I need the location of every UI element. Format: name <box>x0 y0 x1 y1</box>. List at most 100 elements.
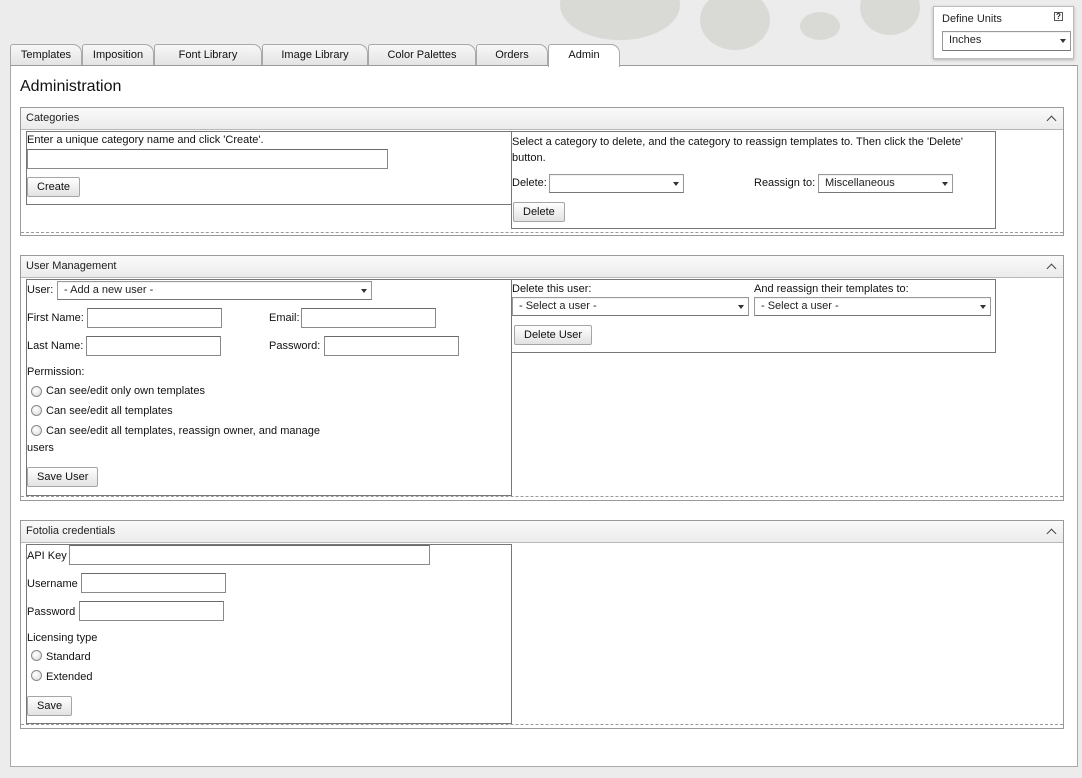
tab-label: Templates <box>20 49 72 61</box>
collapse-icon[interactable] <box>1046 263 1057 274</box>
delete-category-box: Select a category to delete, and the cat… <box>511 131 996 229</box>
create-button[interactable]: Create <box>27 177 81 197</box>
section-title: Fotolia credentials <box>26 525 116 537</box>
password-field[interactable] <box>324 336 459 356</box>
units-select[interactable]: Inches <box>942 31 1071 51</box>
permission-option-label: Can see/edit only own templates <box>46 385 205 397</box>
delete-category-button[interactable]: Delete <box>513 202 565 222</box>
tab-label: Font Library <box>178 49 238 61</box>
tab-templates[interactable]: Templates <box>10 44 82 66</box>
define-units-box: Define Units ? Inches <box>933 6 1074 59</box>
delete-user-select[interactable]: - Select a user - <box>512 297 749 316</box>
user-edit-box: User: - Add a new user - First Name: Ema… <box>26 279 512 496</box>
delete-instructions: Select a category to delete, and the cat… <box>512 136 963 164</box>
background-decoration <box>560 0 680 40</box>
admin-panel: Administration Categories Enter a unique… <box>10 65 1078 767</box>
password-field[interactable] <box>79 601 224 621</box>
permission-option-label: Can see/edit all templates, reassign own… <box>46 425 320 437</box>
section-header[interactable]: Fotolia credentials <box>21 521 1063 543</box>
select-value: - Add a new user - <box>64 284 154 296</box>
permission-label: Permission: <box>27 366 85 378</box>
categories-section: Categories Enter a unique category name … <box>20 107 1064 236</box>
user-label: User: <box>27 284 54 296</box>
email-field[interactable] <box>301 308 436 328</box>
permission-radio-all[interactable] <box>31 405 42 416</box>
define-units-title: Define Units <box>942 13 1002 25</box>
username-label: Username <box>27 578 78 590</box>
tab-label: Color Palettes <box>387 49 457 61</box>
select-value: - Select a user - <box>519 300 597 312</box>
section-divider <box>21 496 1063 497</box>
licensing-radio-standard[interactable] <box>31 650 42 661</box>
last-name-label: Last Name: <box>27 340 84 352</box>
last-name-field[interactable] <box>86 336 221 356</box>
tab-color-palettes[interactable]: Color Palettes <box>368 44 476 66</box>
delete-label: Delete: <box>512 177 547 189</box>
category-name-input[interactable] <box>27 149 388 169</box>
tab-admin[interactable]: Admin <box>548 44 620 67</box>
reassign-user-label: And reassign their templates to: <box>754 283 909 295</box>
permission-radio-own[interactable] <box>31 386 42 397</box>
page-title: Administration <box>20 78 122 95</box>
chevron-down-icon <box>942 182 948 186</box>
delete-user-label: Delete this user: <box>512 283 592 295</box>
fotolia-section: Fotolia credentials API Key Username Pas… <box>20 520 1064 729</box>
permission-option-label-wrap: users <box>27 442 54 454</box>
chevron-down-icon <box>361 289 367 293</box>
password-label: Password: <box>269 340 321 352</box>
section-divider <box>21 232 1063 233</box>
user-management-section: User Management User: - Add a new user -… <box>20 255 1064 501</box>
user-select[interactable]: - Add a new user - <box>57 281 372 300</box>
background-decoration <box>860 0 920 35</box>
background-decoration <box>700 0 770 50</box>
background-decoration <box>800 12 840 40</box>
permission-option-label: Can see/edit all templates <box>46 405 173 417</box>
first-name-label: First Name: <box>27 312 84 324</box>
licensing-type-label: Licensing type <box>27 632 98 644</box>
create-instructions: Enter a unique category name and click '… <box>27 134 264 146</box>
section-header[interactable]: User Management <box>21 256 1063 278</box>
select-value: - Select a user - <box>761 300 839 312</box>
select-value: Miscellaneous <box>825 177 895 189</box>
chevron-down-icon <box>980 305 986 309</box>
tab-font-library[interactable]: Font Library <box>154 44 262 66</box>
email-label: Email: <box>269 312 300 324</box>
collapse-icon[interactable] <box>1046 528 1057 539</box>
collapse-icon[interactable] <box>1046 115 1057 126</box>
tab-image-library[interactable]: Image Library <box>262 44 368 66</box>
licensing-radio-extended[interactable] <box>31 670 42 681</box>
chevron-down-icon <box>1060 39 1066 43</box>
tab-label: Orders <box>495 49 529 61</box>
section-title: User Management <box>26 260 117 272</box>
licensing-option-label: Extended <box>46 671 93 683</box>
first-name-field[interactable] <box>87 308 222 328</box>
section-title: Categories <box>26 112 80 124</box>
section-header[interactable]: Categories <box>21 108 1063 130</box>
delete-category-select[interactable] <box>549 174 684 193</box>
tab-label: Image Library <box>281 49 349 61</box>
api-key-field[interactable] <box>69 545 430 565</box>
permission-radio-manage[interactable] <box>31 425 42 436</box>
help-icon[interactable]: ? <box>1054 12 1063 21</box>
licensing-option-label: Standard <box>46 651 91 663</box>
tab-imposition[interactable]: Imposition <box>82 44 154 66</box>
delete-user-button[interactable]: Delete User <box>514 325 593 345</box>
reassign-user-select[interactable]: - Select a user - <box>754 297 991 316</box>
section-divider <box>21 724 1063 725</box>
save-credentials-button[interactable]: Save <box>27 696 73 716</box>
tab-label: Admin <box>568 49 600 61</box>
password-label: Password <box>27 606 76 618</box>
units-select-value: Inches <box>949 34 982 46</box>
chevron-down-icon <box>738 305 744 309</box>
username-field[interactable] <box>81 573 226 593</box>
tab-orders[interactable]: Orders <box>476 44 548 66</box>
delete-user-box: Delete this user: - Select a user - And … <box>511 279 996 353</box>
reassign-category-select[interactable]: Miscellaneous <box>818 174 953 193</box>
tab-label: Imposition <box>92 49 144 61</box>
create-category-box: Enter a unique category name and click '… <box>26 131 512 205</box>
reassign-label: Reassign to: <box>754 177 816 189</box>
chevron-down-icon <box>673 182 679 186</box>
fotolia-form-box: API Key Username Password Licensing type… <box>26 544 512 724</box>
save-user-button[interactable]: Save User <box>27 467 99 487</box>
api-key-label: API Key <box>27 550 67 562</box>
